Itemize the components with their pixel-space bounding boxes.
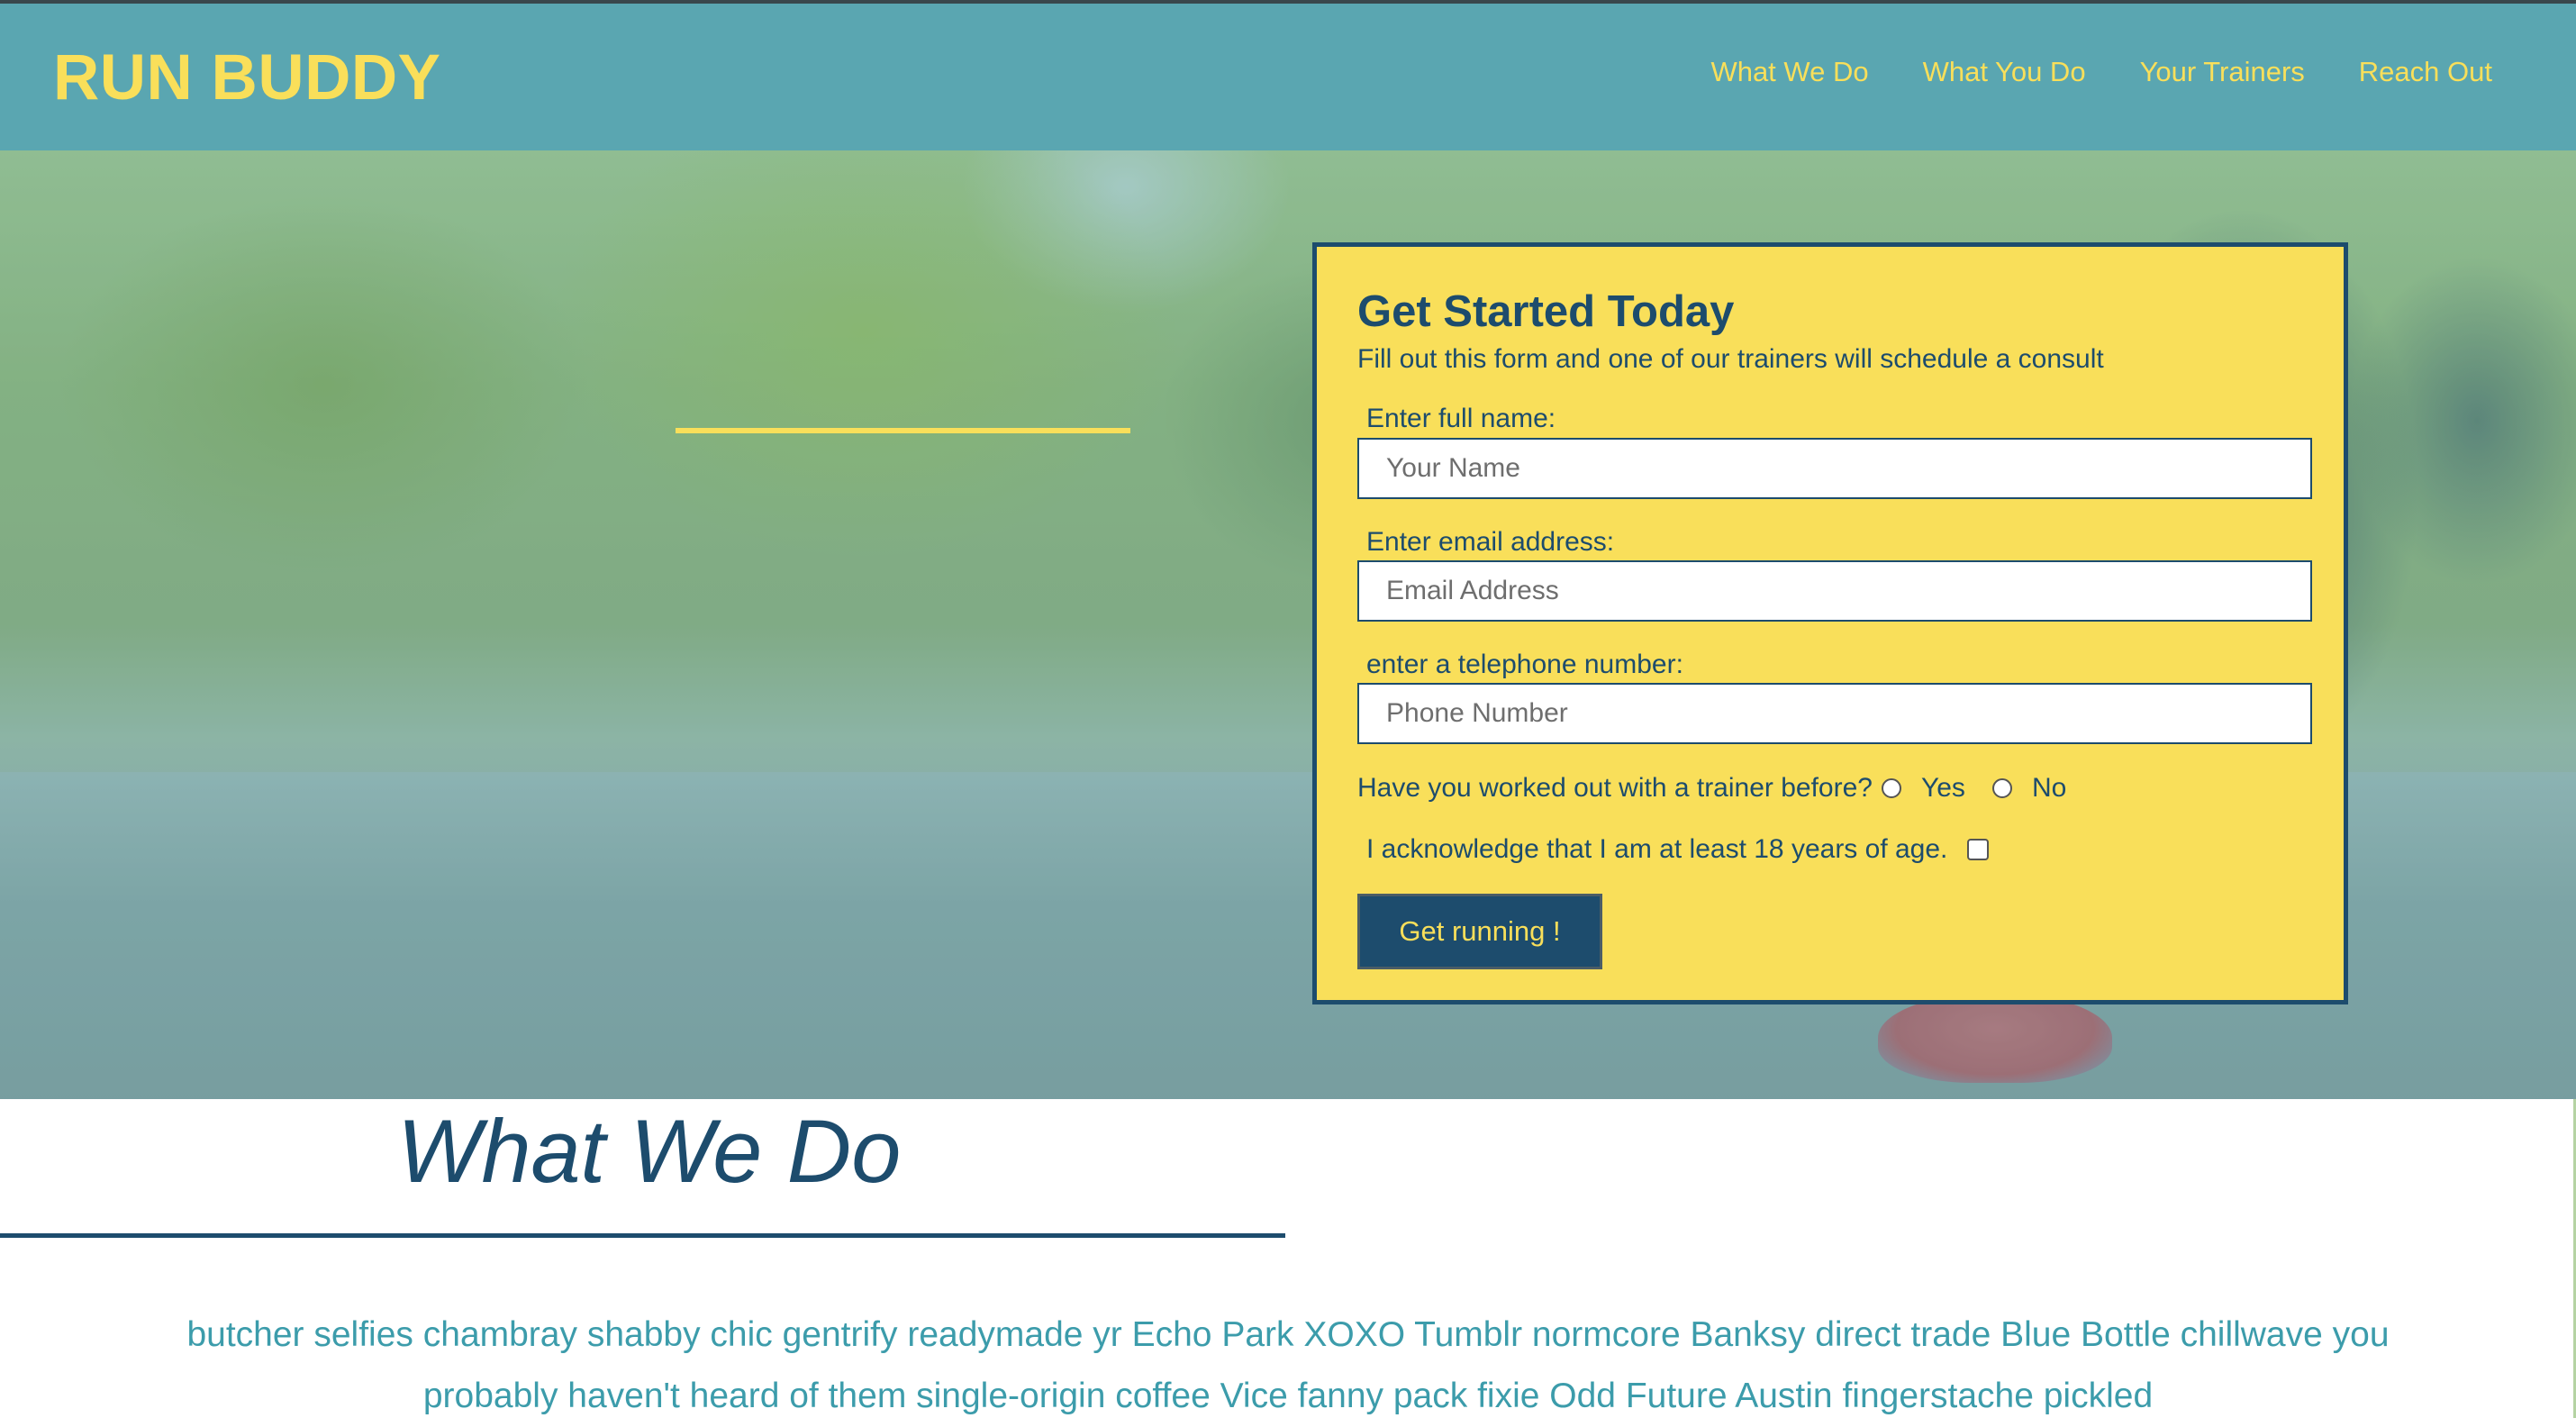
- no-radio[interactable]: [1991, 778, 2012, 798]
- nav-link-what-we-do[interactable]: What We Do: [1710, 52, 1868, 92]
- yes-radio-label: Yes: [1920, 773, 1965, 803]
- trainer-question-label: Have you worked out with a trainer befor…: [1357, 773, 1873, 803]
- acknowledge-checkbox[interactable]: [1967, 839, 1990, 860]
- trainer-question-row: Have you worked out with a trainer befor…: [1357, 771, 2084, 805]
- site-logo[interactable]: RUN BUDDY: [53, 38, 441, 119]
- acknowledge-label: I acknowledge that I am at least 18 year…: [1366, 834, 1948, 864]
- name-label: Enter full name:: [1366, 404, 1556, 433]
- get-running-button[interactable]: Get running !: [1357, 894, 1602, 969]
- email-label: Enter email address:: [1366, 527, 1615, 557]
- name-input[interactable]: [1357, 438, 2312, 499]
- what-we-do-body: butcher selfies chambray shabby chic gen…: [186, 1315, 2390, 1415]
- nav-link-reach-out[interactable]: Reach Out: [2359, 52, 2492, 92]
- section-divider: [0, 1233, 1285, 1238]
- yes-radio[interactable]: [1881, 778, 1901, 798]
- nav-link-your-trainers[interactable]: Your Trainers: [2140, 52, 2305, 92]
- form-title: Get Started Today: [1357, 287, 1735, 336]
- hero-accent-line: [676, 428, 1130, 433]
- nav-link-what-you-do[interactable]: What You Do: [1923, 52, 2086, 92]
- phone-input[interactable]: [1357, 683, 2312, 744]
- signup-form: Get Started Today Fill out this form and…: [1312, 242, 2348, 1004]
- no-radio-label: No: [2031, 773, 2067, 803]
- main-nav: What We Do What You Do Your Trainers Rea…: [1710, 52, 2492, 92]
- site-header: RUN BUDDY What We Do What You Do Your Tr…: [0, 4, 2576, 150]
- acknowledge-row: I acknowledge that I am at least 18 year…: [1366, 832, 1990, 867]
- email-input[interactable]: [1357, 560, 2312, 622]
- form-subtitle: Fill out this form and one of our traine…: [1357, 344, 2104, 374]
- what-we-do-title: What We Do: [397, 1101, 902, 1201]
- phone-label: enter a telephone number:: [1366, 650, 1683, 679]
